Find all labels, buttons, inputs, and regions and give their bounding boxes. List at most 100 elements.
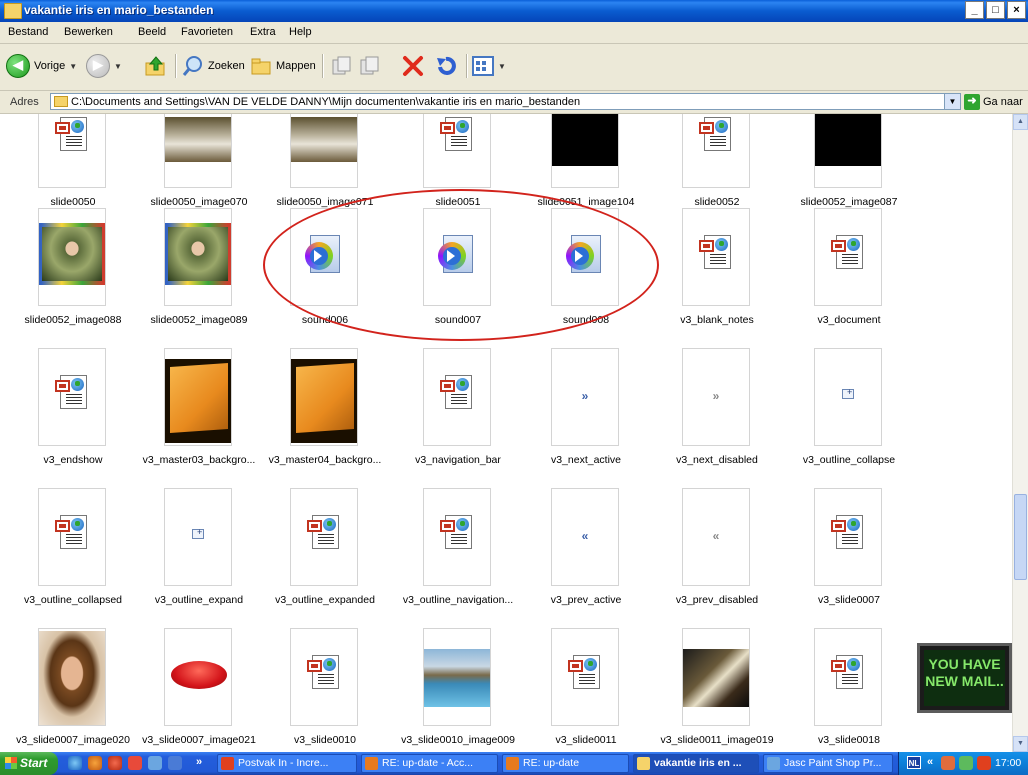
scroll-up-button[interactable]: ▲ xyxy=(1013,114,1028,130)
file-item[interactable]: slide0052_image089 xyxy=(134,208,264,328)
language-indicator[interactable]: NL xyxy=(907,756,921,769)
file-item[interactable]: slide0050 xyxy=(8,114,138,210)
clock[interactable]: 17:00 xyxy=(995,757,1021,769)
file-item[interactable]: v3_slide0011 xyxy=(521,628,651,748)
file-thumbnail xyxy=(814,348,882,446)
close-button[interactable]: × xyxy=(1007,1,1026,19)
file-item[interactable]: v3_slide0010 xyxy=(260,628,390,748)
taskbar-task-button[interactable]: vakantie iris en ... xyxy=(633,754,759,773)
file-thumbnail xyxy=(682,114,750,188)
file-item[interactable]: slide0050_image070 xyxy=(134,114,264,210)
file-name: slide0050_image071 xyxy=(276,196,374,208)
vertical-scrollbar[interactable]: ▲ ▼ xyxy=(1012,114,1028,752)
tray-network-icon[interactable] xyxy=(959,756,973,770)
tray-expand-icon[interactable]: « xyxy=(927,756,933,768)
file-item[interactable]: v3_document xyxy=(784,208,914,328)
taskbar-task-button[interactable]: RE: up-date - Acc... xyxy=(361,754,498,773)
file-item[interactable]: v3_outline_expand xyxy=(134,488,264,608)
file-list-view[interactable]: slide0050 slide0050_image070 slide0050_ima… xyxy=(0,114,1012,752)
taskbar-task-button[interactable]: RE: up-date xyxy=(502,754,629,773)
file-item[interactable]: v3_master04_backgro... xyxy=(260,348,390,468)
file-item[interactable]: v3_navigation_bar xyxy=(393,348,523,468)
search-button[interactable]: Zoeken xyxy=(182,54,245,78)
back-button[interactable]: ◀ Vorige ▼ xyxy=(6,54,77,78)
search-label: Zoeken xyxy=(208,60,245,72)
mail-notifier[interactable]: YOU HAVE NEW MAIL.. xyxy=(917,643,1012,713)
scroll-down-button[interactable]: ▼ xyxy=(1013,736,1028,752)
tray-security-icon[interactable] xyxy=(977,756,991,770)
file-item[interactable]: « v3_prev_disabled xyxy=(652,488,782,608)
file-thumbnail xyxy=(38,208,106,306)
file-item[interactable]: sound006 xyxy=(260,208,390,328)
quicklaunch-mail-icon[interactable] xyxy=(128,756,142,770)
file-name: slide0052_image088 xyxy=(24,314,122,326)
quicklaunch-desktop-icon[interactable] xyxy=(168,756,182,770)
file-item[interactable]: v3_slide0010_image009 xyxy=(393,628,523,748)
delete-x-icon xyxy=(403,56,423,76)
undo-button[interactable] xyxy=(434,54,458,78)
file-item[interactable]: v3_outline_navigation... xyxy=(393,488,523,608)
views-button[interactable]: ▼ xyxy=(472,54,506,78)
folders-button[interactable]: Mappen xyxy=(250,54,316,78)
quicklaunch-media-icon[interactable] xyxy=(88,756,102,770)
file-item[interactable]: v3_blank_notes xyxy=(652,208,782,328)
scroll-thumb[interactable] xyxy=(1014,494,1027,580)
file-item[interactable]: v3_outline_collapsed xyxy=(8,488,138,608)
file-item[interactable]: slide0052_image088 xyxy=(8,208,138,328)
taskbar-task-button[interactable]: Postvak In - Incre... xyxy=(217,754,357,773)
up-folder-button[interactable] xyxy=(144,54,168,78)
move-to-button[interactable] xyxy=(330,54,352,78)
title-bar[interactable]: vakantie iris en mario_bestanden _ □ × xyxy=(0,0,1028,22)
next-prev-arrow-icon: » xyxy=(712,389,720,403)
start-button[interactable]: Start xyxy=(0,752,58,775)
address-input[interactable]: C:\Documents and Settings\VAN DE VELDE D… xyxy=(50,93,953,110)
copy-to-button[interactable] xyxy=(358,54,380,78)
go-button[interactable]: ➜ Ga naar xyxy=(964,94,1023,110)
address-dropdown-button[interactable]: ▼ xyxy=(944,93,961,110)
file-name: v3_outline_collapse xyxy=(802,454,896,466)
file-name: v3_slide0007_image020 xyxy=(16,734,130,746)
file-item[interactable]: v3_slide0007 xyxy=(784,488,914,608)
file-item[interactable]: v3_slide0007_image021 xyxy=(134,628,264,748)
file-item[interactable]: slide0050_image071 xyxy=(260,114,390,210)
file-item[interactable]: sound008 xyxy=(521,208,651,328)
quicklaunch-app-icon[interactable] xyxy=(108,756,122,770)
quicklaunch-more-icon[interactable]: » xyxy=(196,756,202,768)
taskbar: Start » Postvak In - Incre... RE: up-date… xyxy=(0,752,1028,775)
file-item[interactable]: v3_outline_expanded xyxy=(260,488,390,608)
minimize-button[interactable]: _ xyxy=(965,1,984,19)
file-item[interactable]: v3_endshow xyxy=(8,348,138,468)
file-item[interactable]: v3_outline_collapse xyxy=(784,348,914,468)
file-thumbnail xyxy=(164,348,232,446)
file-item[interactable]: » v3_next_disabled xyxy=(652,348,782,468)
file-item[interactable]: » v3_next_active xyxy=(521,348,651,468)
quicklaunch-ie-icon[interactable] xyxy=(68,756,82,770)
back-label: Vorige xyxy=(34,60,66,72)
quicklaunch-explorer-icon[interactable] xyxy=(148,756,162,770)
file-item[interactable]: v3_master03_backgro... xyxy=(134,348,264,468)
file-item[interactable]: slide0052_image087 xyxy=(784,114,914,210)
menu-extra[interactable]: Extra xyxy=(250,26,276,38)
menu-bestand[interactable]: Bestand xyxy=(8,26,48,38)
file-item[interactable]: v3_slide0011_image019 xyxy=(652,628,782,748)
delete-button[interactable] xyxy=(402,54,424,78)
menu-beeld[interactable]: Beeld xyxy=(138,26,166,38)
tray-mail-icon[interactable] xyxy=(941,756,955,770)
address-bar: Adres C:\Documents and Settings\VAN DE V… xyxy=(0,91,1028,114)
file-item[interactable]: « v3_prev_active xyxy=(521,488,651,608)
file-item[interactable]: slide0052 xyxy=(652,114,782,210)
task-app-icon xyxy=(637,757,650,770)
forward-button[interactable]: ▶ ▼ xyxy=(86,54,122,78)
image-thumbnail xyxy=(291,359,357,443)
menu-bewerken[interactable]: Bewerken xyxy=(64,26,113,38)
file-thumbnail xyxy=(290,208,358,306)
file-item[interactable]: slide0051 xyxy=(393,114,523,210)
file-item[interactable]: v3_slide0007_image020 xyxy=(8,628,138,748)
file-item[interactable]: v3_slide0018 xyxy=(784,628,914,748)
menu-help[interactable]: Help xyxy=(289,26,312,38)
file-item[interactable]: sound007 xyxy=(393,208,523,328)
taskbar-task-button[interactable]: Jasc Paint Shop Pr... xyxy=(763,754,893,773)
file-item[interactable]: slide0051_image104 xyxy=(521,114,651,210)
maximize-button[interactable]: □ xyxy=(986,1,1005,19)
menu-favorieten[interactable]: Favorieten xyxy=(181,26,233,38)
